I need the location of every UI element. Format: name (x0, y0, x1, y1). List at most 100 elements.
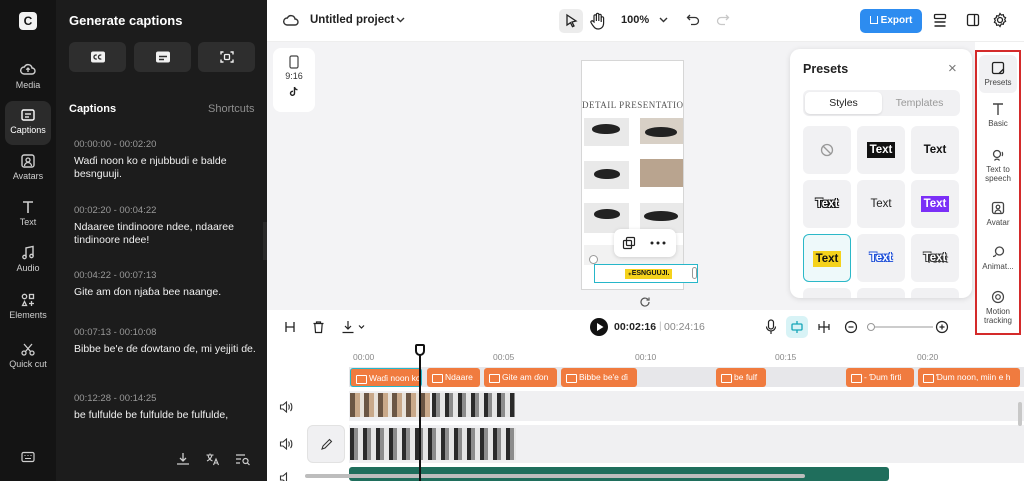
hand-tool-icon[interactable] (589, 11, 607, 31)
preset-tile[interactable] (803, 288, 851, 298)
speaker-icon[interactable] (279, 472, 293, 481)
caption-text[interactable]: Ndaaree tindinoore ndee, ndaaree tindino… (74, 221, 259, 247)
zoom-slider[interactable] (867, 323, 933, 331)
sidebar-item-animation[interactable]: Animat... (979, 245, 1017, 271)
zoom-level[interactable]: 100% (621, 14, 649, 26)
sidebar-item-motion-tracking[interactable]: Motion tracking (979, 290, 1017, 325)
tab-templates[interactable]: Templates (881, 92, 958, 114)
auto-snap-button[interactable] (786, 316, 808, 338)
edit-track-button[interactable] (307, 425, 345, 463)
rotate-handle[interactable] (589, 255, 598, 264)
sidebar-item-text-to-speech[interactable]: Text to speech (979, 148, 1017, 183)
shortcuts-link[interactable]: Shortcuts (208, 103, 254, 115)
presets-title: Presets (803, 62, 849, 76)
rail-item-media[interactable]: Media (5, 56, 51, 100)
caption-clip[interactable]: Waɗi noon ko e (350, 368, 422, 387)
link-tracks-icon[interactable] (816, 320, 832, 334)
export-button[interactable]: Export (860, 9, 922, 33)
caption-cc-button[interactable] (69, 42, 126, 72)
aspect-ratio-button[interactable]: 9:16 (273, 48, 315, 112)
speaker-icon[interactable] (279, 438, 293, 450)
app-logo-icon[interactable]: C (19, 12, 37, 30)
caption-subtitle-button[interactable] (134, 42, 191, 72)
sidebar-item-avatar[interactable]: Avatar (979, 201, 1017, 227)
cloud-save-icon[interactable] (283, 13, 299, 27)
caption-item[interactable]: 00:07:13 - 00:10:08 Bibbe be'e ɗe ɗowtan… (74, 327, 259, 356)
caption-selection-box[interactable]: ₊ESNGUUJI. (589, 255, 698, 283)
zoom-slider-thumb[interactable] (867, 323, 875, 331)
download-menu-icon[interactable] (341, 320, 367, 334)
delete-icon[interactable] (312, 320, 325, 334)
redo-icon[interactable] (716, 13, 730, 27)
microphone-icon[interactable] (765, 319, 777, 335)
video-clip[interactable] (350, 393, 430, 417)
caption-clip[interactable]: Bibbe be'e ɗi (561, 368, 637, 387)
rail-item-avatars[interactable]: Avatars (5, 147, 51, 191)
zoom-in-icon[interactable] (935, 320, 949, 334)
tab-styles[interactable]: Styles (805, 92, 882, 114)
video-clip[interactable] (350, 428, 516, 460)
rotate-icon[interactable] (639, 296, 651, 308)
play-button[interactable] (590, 318, 608, 336)
caption-clip[interactable]: Gite am ɗon (484, 368, 557, 387)
rail-item-quick-cut[interactable]: Quick cut (5, 335, 51, 385)
sidebar-item-presets[interactable]: Presets (979, 55, 1017, 93)
horizontal-scrollbar[interactable] (305, 474, 805, 478)
zoom-out-icon[interactable] (844, 320, 858, 334)
layers-icon[interactable] (933, 13, 947, 29)
resize-handle[interactable] (692, 267, 697, 279)
caption-item[interactable]: 00:12:28 - 00:14:25 be fulfulde be fulfu… (74, 393, 259, 422)
preset-none[interactable] (803, 126, 851, 174)
project-title[interactable]: Untitled project (310, 14, 394, 26)
search-captions-icon[interactable] (235, 452, 251, 466)
caption-scan-button[interactable] (198, 42, 255, 72)
more-options-icon[interactable] (650, 241, 666, 245)
scan-text-icon (219, 51, 234, 63)
preset-text-plain[interactable]: Text (911, 126, 959, 174)
caption-clip[interactable]: - Ɗum firti (846, 368, 914, 387)
preset-text-purple-bg[interactable]: Text (911, 180, 959, 228)
playhead-handle[interactable] (415, 344, 425, 356)
duplicate-icon[interactable] (622, 236, 636, 250)
speaker-icon[interactable] (279, 401, 293, 413)
rail-item-captions[interactable]: Captions (5, 101, 51, 145)
caption-text[interactable]: be fulfulde be fulfulde be fulfulde, (74, 409, 259, 422)
preset-tile[interactable] (857, 288, 905, 298)
gear-icon[interactable] (992, 12, 1008, 28)
preset-text-regular[interactable]: Text (857, 180, 905, 228)
preset-tile[interactable] (911, 288, 959, 298)
translate-icon[interactable] (205, 452, 221, 466)
caption-item[interactable]: 00:04:22 - 00:07:13 Gite am ɗon njaɓa be… (74, 270, 259, 299)
caption-clip[interactable]: Ndaare (427, 368, 480, 387)
undo-icon[interactable] (686, 13, 700, 27)
caption-item[interactable]: 00:00:00 - 00:02:20 Waɗi noon ko e njubb… (74, 139, 259, 181)
split-icon[interactable] (283, 320, 297, 334)
vertical-scrollbar[interactable] (1018, 402, 1022, 426)
caption-text[interactable]: Bibbe be'e ɗe ɗowtano ɗe, mi yejjiti ɗe. (74, 343, 259, 356)
close-icon[interactable]: × (948, 60, 957, 77)
preset-text-shadow[interactable]: Text (911, 234, 959, 282)
preset-text-yellow-bg[interactable]: Text (803, 234, 851, 282)
preset-text-black-bg[interactable]: Text (857, 126, 905, 174)
caption-preview-chip: ₊ESNGUUJI. (625, 269, 673, 279)
preset-text-outline[interactable]: Text (803, 180, 851, 228)
caption-clip[interactable]: Ɗum noon, miin e h (918, 368, 1020, 387)
zoom-chevron-down-icon[interactable] (659, 17, 668, 23)
download-icon[interactable] (175, 452, 191, 466)
caption-item[interactable]: 00:02:20 - 00:04:22 Ndaaree tindinoore n… (74, 205, 259, 247)
split-layout-icon[interactable] (966, 13, 980, 27)
keyboard-icon[interactable] (21, 450, 35, 464)
caption-text[interactable]: Waɗi noon ko e njubbudi e balde besnguuj… (74, 155, 259, 181)
sidebar-item-basic[interactable]: Basic (979, 102, 1017, 128)
playhead[interactable] (419, 346, 421, 481)
video-clip[interactable] (432, 393, 515, 417)
elements-icon (21, 293, 35, 307)
preset-text-blue-outline[interactable]: Text (857, 234, 905, 282)
rail-item-audio[interactable]: Audio (5, 239, 51, 283)
rail-item-text[interactable]: Text (5, 193, 51, 237)
select-tool-button[interactable] (559, 9, 583, 33)
chevron-down-icon[interactable] (396, 17, 405, 23)
rail-item-elements[interactable]: Elements (5, 286, 51, 330)
caption-text[interactable]: Gite am ɗon njaɓa bee naange. (74, 286, 259, 299)
caption-clip[interactable]: be fulf (716, 368, 766, 387)
